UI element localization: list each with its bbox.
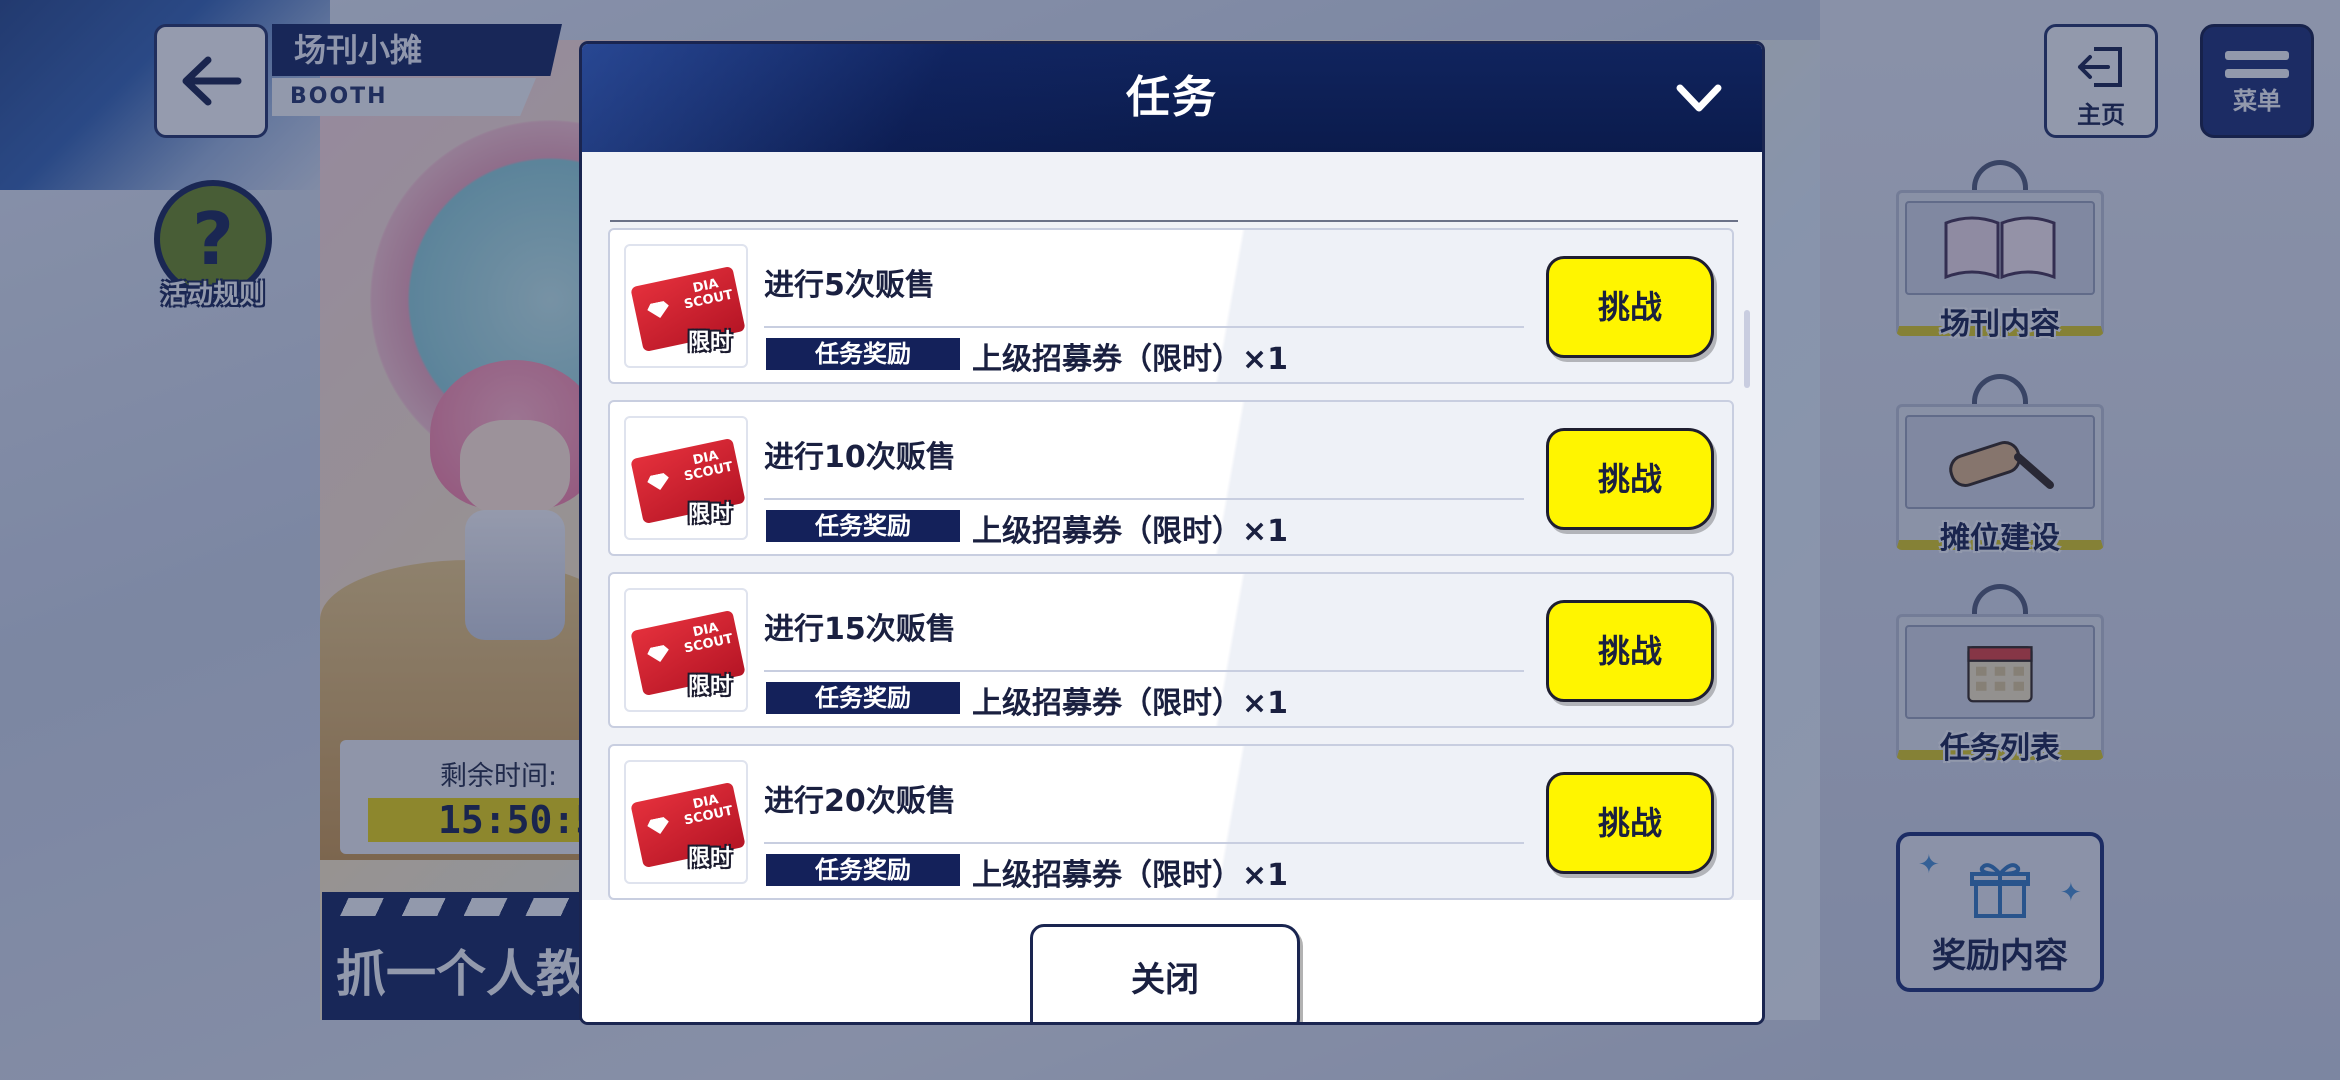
- modal-header: 任务: [582, 44, 1762, 152]
- task-divider: [764, 670, 1524, 672]
- scout-ticket-icon: DIA SCOUT 限时: [624, 244, 748, 368]
- scout-ticket-icon: DIA SCOUT 限时: [624, 416, 748, 540]
- reward-text: 上级招募券（限时）×1: [972, 514, 1289, 549]
- task-divider: [764, 842, 1524, 844]
- task-list-scrollbar[interactable]: [1744, 310, 1750, 388]
- modal-title: 任务: [1126, 72, 1218, 123]
- task-name: 进行10次贩售: [764, 440, 956, 475]
- limited-label: 限时: [688, 674, 733, 699]
- reward-text: 上级招募券（限时）×1: [972, 342, 1289, 377]
- scout-ticket-icon: DIA SCOUT 限时: [624, 760, 748, 884]
- task-name: 进行15次贩售: [764, 612, 956, 647]
- challenge-button[interactable]: 挑战: [1546, 772, 1714, 874]
- reward-tag: 任务奖励: [766, 338, 960, 370]
- task-list[interactable]: DIA SCOUT 限时 进行5次贩售 任务奖励 上级招募券（限时）×1 挑战 …: [582, 152, 1762, 900]
- close-button[interactable]: 关闭: [1030, 924, 1300, 1022]
- challenge-button[interactable]: 挑战: [1546, 600, 1714, 702]
- chevron-down-icon[interactable]: [1674, 80, 1724, 116]
- limited-label: 限时: [688, 846, 733, 871]
- limited-label: 限时: [688, 502, 733, 527]
- task-item: DIA SCOUT 限时 进行5次贩售 任务奖励 上级招募券（限时）×1 挑战: [608, 228, 1734, 384]
- reward-tag: 任务奖励: [766, 682, 960, 714]
- list-divider: [610, 220, 1738, 222]
- task-item: DIA SCOUT 限时 进行20次贩售 任务奖励 上级招募券（限时）×1 挑战: [608, 744, 1734, 900]
- task-name: 进行5次贩售: [764, 268, 935, 303]
- task-divider: [764, 498, 1524, 500]
- scout-ticket-icon: DIA SCOUT 限时: [624, 588, 748, 712]
- reward-text: 上级招募券（限时）×1: [972, 686, 1289, 721]
- challenge-button[interactable]: 挑战: [1546, 256, 1714, 358]
- task-item: DIA SCOUT 限时 进行10次贩售 任务奖励 上级招募券（限时）×1 挑战: [608, 400, 1734, 556]
- limited-label: 限时: [688, 330, 733, 355]
- modal-footer: 关闭: [582, 900, 1762, 1022]
- reward-text: 上级招募券（限时）×1: [972, 858, 1289, 893]
- task-name: 进行20次贩售: [764, 784, 956, 819]
- challenge-button[interactable]: 挑战: [1546, 428, 1714, 530]
- task-item: DIA SCOUT 限时 进行15次贩售 任务奖励 上级招募券（限时）×1 挑战: [608, 572, 1734, 728]
- task-divider: [764, 326, 1524, 328]
- reward-tag: 任务奖励: [766, 510, 960, 542]
- task-modal: 任务 DIA SCOUT 限时 进行5次贩售 任务奖励 上级招募券（限时）×1 …: [582, 44, 1762, 1022]
- reward-tag: 任务奖励: [766, 854, 960, 886]
